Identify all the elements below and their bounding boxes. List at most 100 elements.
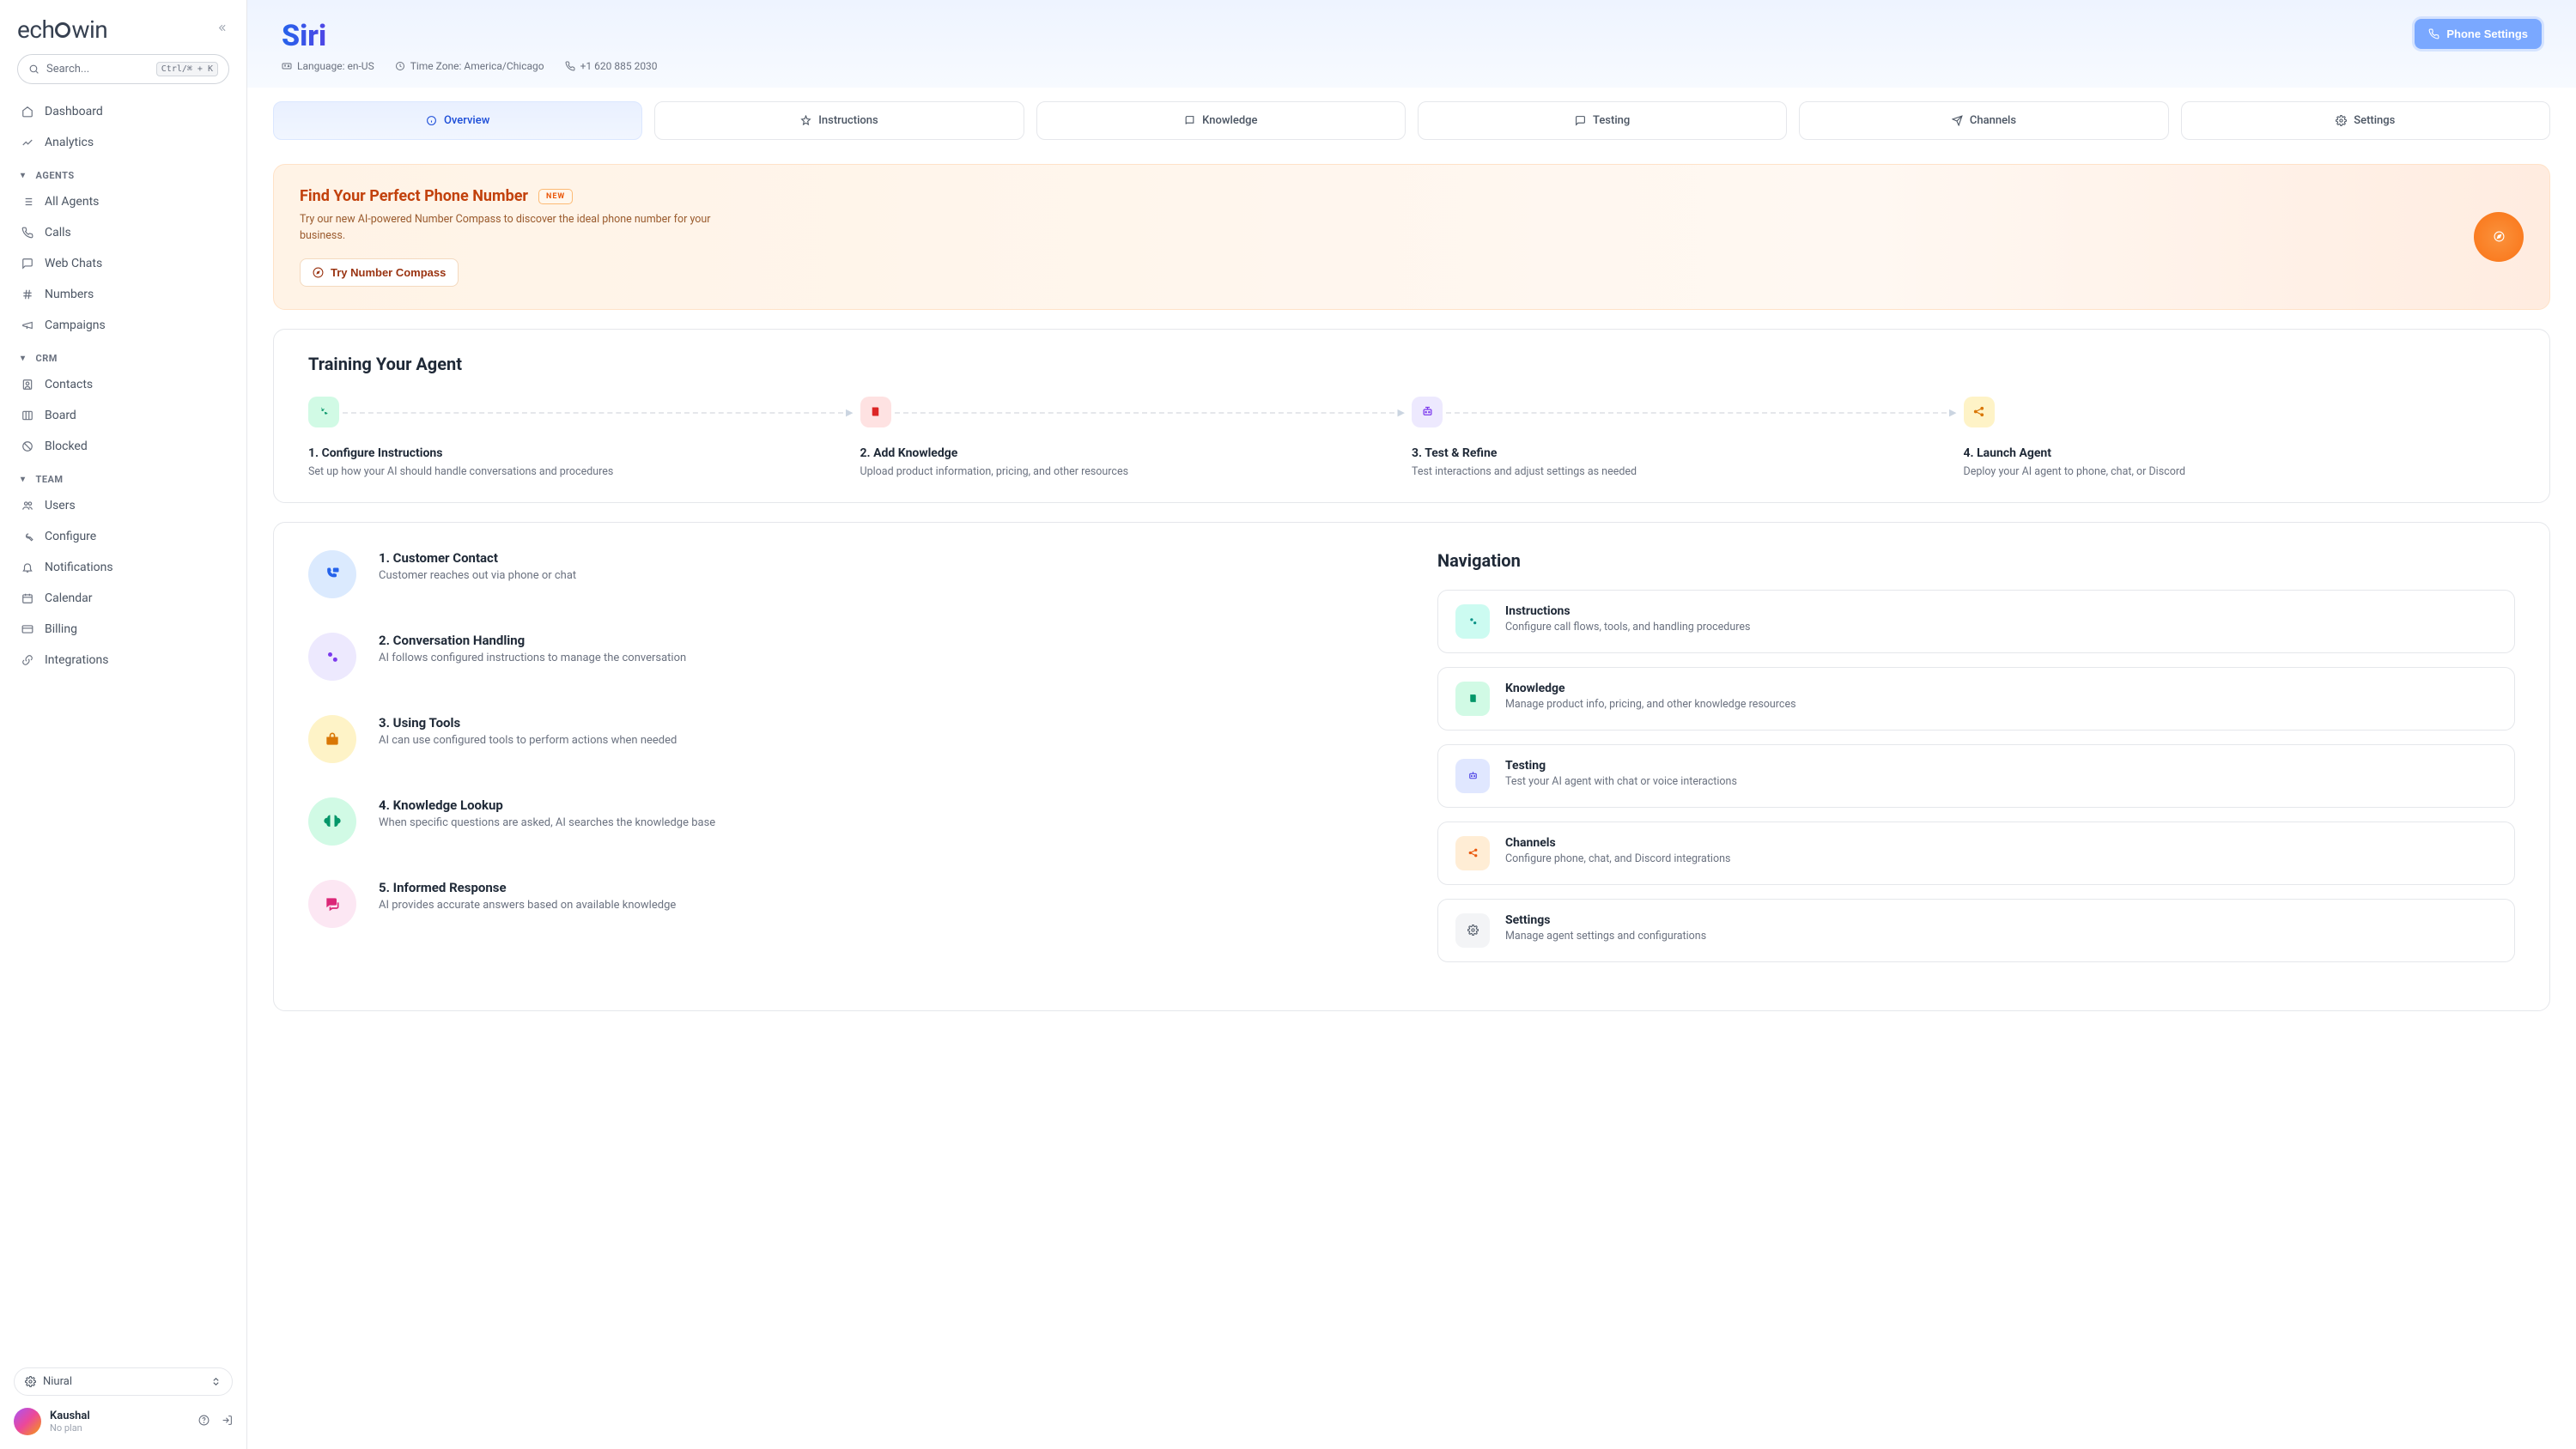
sidebar-item-numbers[interactable]: Numbers: [10, 279, 236, 310]
phone-icon: [2428, 28, 2439, 39]
sidebar-item-analytics[interactable]: Analytics: [10, 127, 236, 158]
sidebar-item-dashboard[interactable]: Dashboard: [10, 96, 236, 127]
flow-step-2: 2. Conversation Handling AI follows conf…: [308, 633, 1386, 681]
calendar-icon: [21, 592, 34, 604]
nav-card-knowledge[interactable]: Knowledge Manage product info, pricing, …: [1437, 667, 2515, 731]
chevron-down-icon: ▾: [21, 171, 26, 180]
toolbox-icon: [308, 715, 356, 763]
bell-icon: [21, 561, 34, 573]
user-name: Kaushal: [50, 1410, 90, 1422]
users-icon: [21, 500, 34, 512]
phone-icon: [21, 227, 34, 239]
org-switcher[interactable]: Niural: [14, 1367, 233, 1396]
new-badge: NEW: [538, 189, 573, 204]
chat-icon: [1575, 115, 1586, 126]
org-name: Niural: [43, 1375, 72, 1388]
compass-decor-icon: [2474, 212, 2524, 262]
user-plan: No plan: [50, 1422, 90, 1434]
gear-icon: [2336, 115, 2347, 126]
comments-icon: [308, 880, 356, 928]
sidebar-item-label: Billing: [45, 622, 77, 636]
gears-icon: [1455, 604, 1490, 639]
main-content: Siri Phone Settings Language: en-US Time…: [247, 0, 2576, 1449]
wrench-icon: [21, 530, 34, 543]
gears-icon: [308, 633, 356, 681]
list-icon: [21, 196, 34, 208]
training-step-1: ▶ 1. Configure Instructions Set up how y…: [308, 397, 860, 478]
book-icon: [1184, 115, 1195, 126]
search-input[interactable]: Search... Ctrl/⌘ + K: [17, 54, 229, 84]
credit-card-icon: [21, 623, 34, 635]
logout-icon: [222, 1415, 233, 1426]
logo: echwin: [17, 15, 107, 44]
swap-icon: [210, 1376, 222, 1387]
sidebar-item-billing[interactable]: Billing: [10, 614, 236, 645]
flow-step-1: 1. Customer Contact Customer reaches out…: [308, 550, 1386, 598]
robot-icon: [1455, 759, 1490, 793]
sidebar-item-label: Web Chats: [45, 257, 102, 270]
phone-icon: [565, 61, 575, 71]
sidebar-item-calls[interactable]: Calls: [10, 217, 236, 248]
flow-step-3: 3. Using Tools AI can use configured too…: [308, 715, 1386, 763]
sidebar-item-label: All Agents: [45, 195, 99, 209]
board-icon: [21, 409, 34, 421]
sidebar-group-team[interactable]: ▾ TEAM: [10, 462, 236, 490]
sidebar-item-blocked[interactable]: Blocked: [10, 431, 236, 462]
nav-card-channels[interactable]: Channels Configure phone, chat, and Disc…: [1437, 822, 2515, 885]
sidebar-item-board[interactable]: Board: [10, 400, 236, 431]
tab-instructions[interactable]: Instructions: [654, 101, 1024, 140]
sidebar-item-web-chats[interactable]: Web Chats: [10, 248, 236, 279]
sidebar-item-users[interactable]: Users: [10, 490, 236, 521]
tab-knowledge[interactable]: Knowledge: [1036, 101, 1406, 140]
page-header: Siri Phone Settings Language: en-US Time…: [247, 0, 2576, 88]
banner-subtitle: Try our new AI-powered Number Compass to…: [300, 212, 746, 245]
sidebar-item-contacts[interactable]: Contacts: [10, 369, 236, 400]
star-icon: [800, 115, 811, 126]
nav-card-settings[interactable]: Settings Manage agent settings and confi…: [1437, 899, 2515, 962]
training-step-4: 4. Launch Agent Deploy your AI agent to …: [1964, 397, 2516, 478]
nav-card-testing[interactable]: Testing Test your AI agent with chat or …: [1437, 744, 2515, 808]
training-card: Training Your Agent ▶ 1. Configure Instr…: [273, 329, 2550, 503]
contacts-icon: [21, 379, 34, 391]
tabs: Overview Instructions Knowledge Testing …: [273, 101, 2550, 140]
flow-step-4: 4. Knowledge Lookup When specific questi…: [308, 797, 1386, 846]
sidebar: echwin Search... Ctrl/⌘ + K Dashboard An…: [0, 0, 247, 1449]
sidebar-item-notifications[interactable]: Notifications: [10, 552, 236, 583]
gear-icon: [25, 1376, 36, 1387]
sidebar-item-all-agents[interactable]: All Agents: [10, 186, 236, 217]
training-title: Training Your Agent: [308, 354, 2515, 374]
navigation-title: Navigation: [1437, 550, 2515, 571]
avatar: [14, 1408, 41, 1435]
try-number-compass-button[interactable]: Try Number Compass: [300, 258, 459, 287]
compass-icon: [313, 267, 324, 278]
user-menu[interactable]: Kaushal No plan: [14, 1408, 233, 1435]
meta-language: Language: en-US: [282, 60, 374, 72]
sidebar-group-agents[interactable]: ▾ AGENTS: [10, 158, 236, 186]
sidebar-item-label: Calendar: [45, 591, 93, 605]
tab-settings[interactable]: Settings: [2181, 101, 2550, 140]
logout-button[interactable]: [222, 1415, 233, 1429]
help-button[interactable]: [198, 1415, 210, 1429]
sidebar-group-crm[interactable]: ▾ CRM: [10, 341, 236, 369]
collapse-sidebar-button[interactable]: [218, 22, 229, 37]
tab-testing[interactable]: Testing: [1418, 101, 1787, 140]
sidebar-item-integrations[interactable]: Integrations: [10, 645, 236, 676]
nav-card-instructions[interactable]: Instructions Configure call flows, tools…: [1437, 590, 2515, 653]
link-icon: [21, 654, 34, 666]
flow-step-5: 5. Informed Response AI provides accurat…: [308, 880, 1386, 928]
brain-icon: [308, 797, 356, 846]
sidebar-item-calendar[interactable]: Calendar: [10, 583, 236, 614]
configure-icon: [308, 397, 339, 427]
page-title: Siri: [282, 19, 326, 53]
sidebar-item-label: Dashboard: [45, 105, 103, 118]
sidebar-item-campaigns[interactable]: Campaigns: [10, 310, 236, 341]
help-icon: [198, 1415, 210, 1426]
book-icon: [860, 397, 891, 427]
phone-chat-icon: [308, 550, 356, 598]
sidebar-item-configure[interactable]: Configure: [10, 521, 236, 552]
tab-overview[interactable]: Overview: [273, 101, 642, 140]
phone-settings-button[interactable]: Phone Settings: [2415, 19, 2542, 49]
tab-channels[interactable]: Channels: [1799, 101, 2168, 140]
search-shortcut: Ctrl/⌘ + K: [156, 62, 218, 76]
sidebar-item-label: Calls: [45, 226, 71, 239]
